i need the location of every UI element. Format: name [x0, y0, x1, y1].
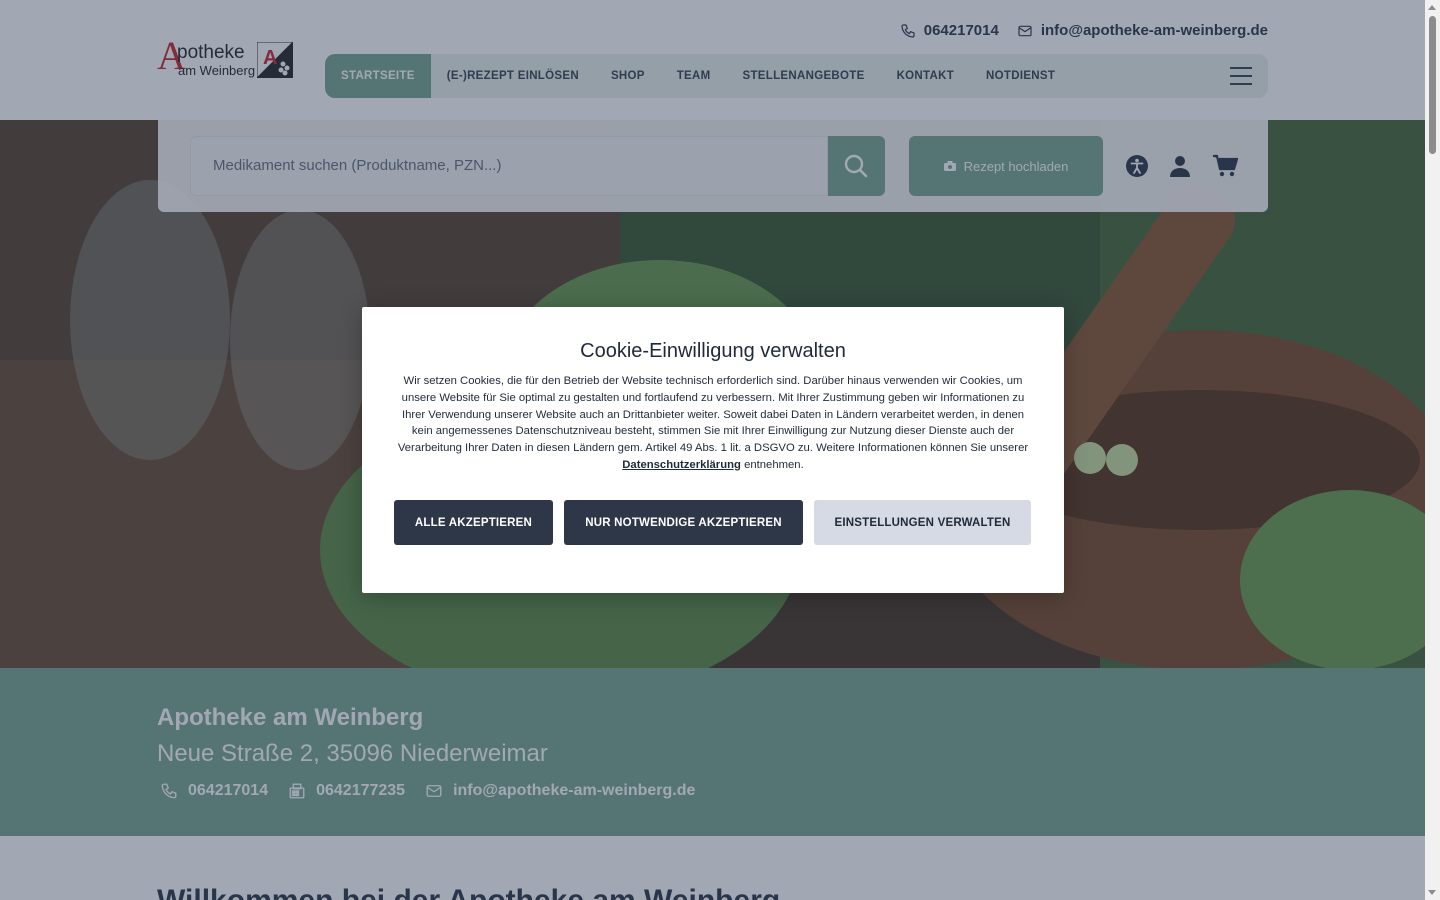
accept-all-button[interactable]: ALLE AKZEPTIEREN [394, 500, 553, 545]
cookie-dialog-title: Cookie-Einwilligung verwalten [580, 340, 846, 362]
cookie-consent-dialog: Cookie-Einwilligung verwalten Wir setzen… [362, 307, 1064, 593]
cookie-text-end: entnehmen. [744, 458, 804, 471]
scroll-down-arrow-icon[interactable] [1428, 890, 1436, 895]
scrollbar-thumb[interactable] [1429, 16, 1436, 154]
manage-settings-button[interactable]: EINSTELLUNGEN VERWALTEN [814, 500, 1031, 545]
page: A potheke am Weinberg A 064217014 info@a… [0, 0, 1425, 900]
accept-necessary-button[interactable]: NUR NOTWENDIGE AKZEPTIEREN [564, 500, 803, 545]
cookie-dialog-text: Wir setzen Cookies, die für den Betrieb … [395, 373, 1031, 474]
scroll-up-arrow-icon[interactable] [1428, 5, 1436, 10]
privacy-policy-link[interactable]: Datenschutzerklärung [622, 459, 741, 471]
page-scrollbar[interactable] [1425, 0, 1440, 900]
cookie-text-main: Wir setzen Cookies, die für den Betrieb … [397, 375, 1029, 455]
